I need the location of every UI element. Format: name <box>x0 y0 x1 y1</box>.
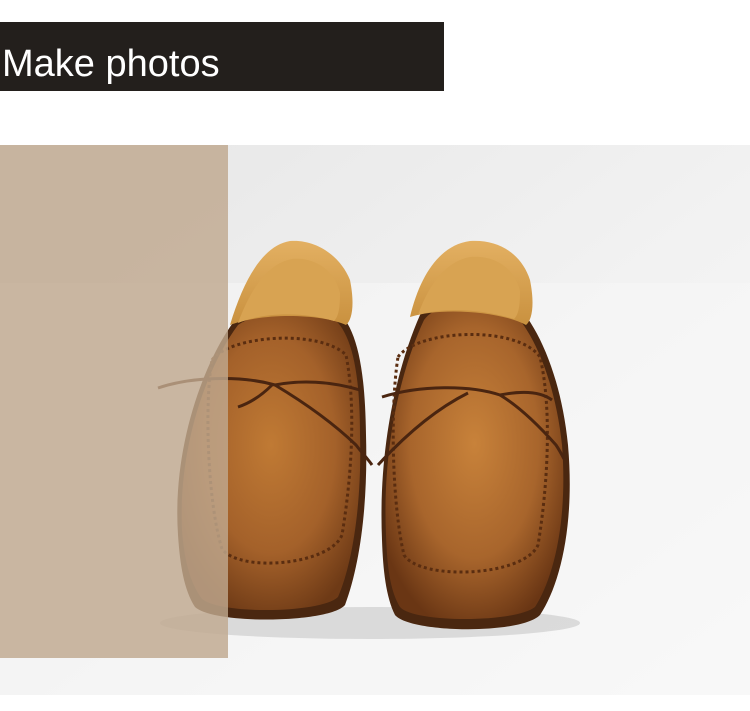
title-banner: Make photos <box>0 22 444 91</box>
page: Make photos <box>0 0 750 711</box>
tan-color-overlay <box>0 145 228 658</box>
page-title: Make photos <box>2 43 220 85</box>
product-photo <box>0 145 750 695</box>
